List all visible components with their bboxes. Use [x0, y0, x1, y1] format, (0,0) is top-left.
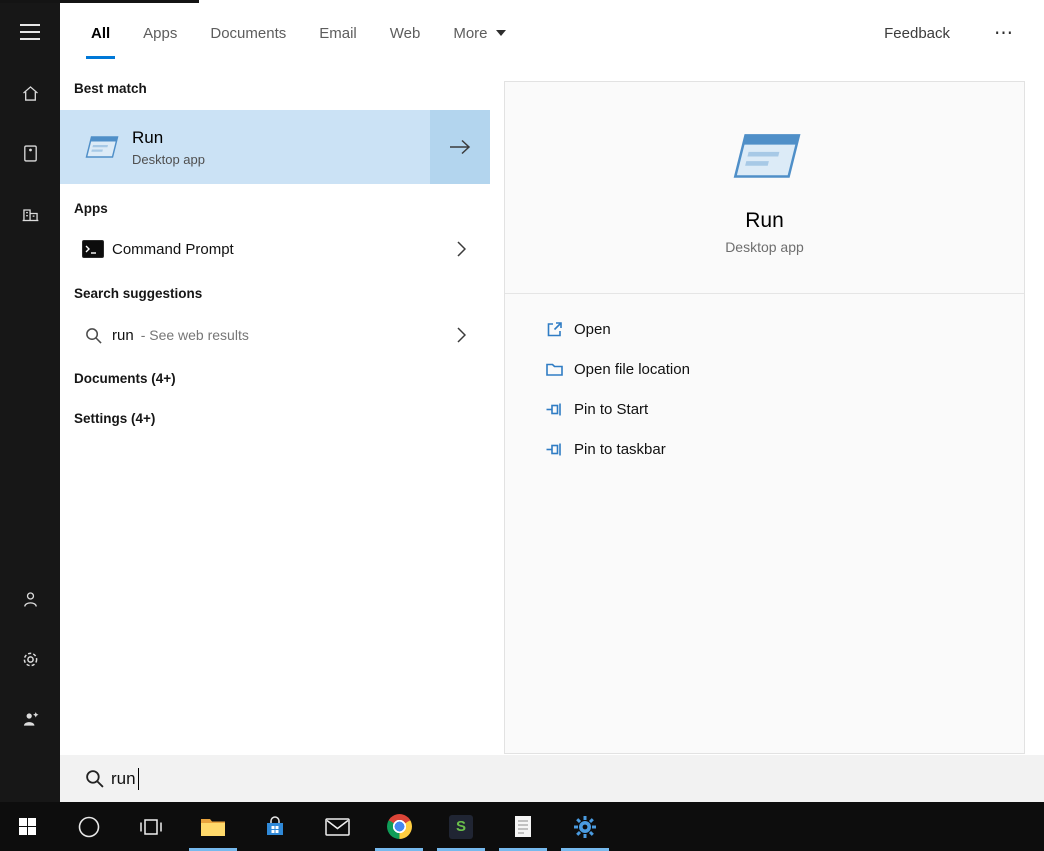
chevron-right-icon[interactable] [457, 227, 466, 271]
chevron-right-icon[interactable] [457, 313, 466, 357]
account-icon [20, 589, 41, 615]
windows-logo-icon [18, 818, 36, 835]
account-button[interactable] [0, 572, 60, 632]
tab-email[interactable]: Email [319, 0, 357, 66]
taskbar-mail[interactable] [310, 802, 364, 851]
action-label: Pin to Start [574, 400, 649, 418]
suggestion-hint: - See web results [140, 327, 249, 343]
search-flyout: All Apps Documents Email Web More Feedba… [60, 0, 1044, 802]
action-pin-to-taskbar[interactable]: Pin to taskbar [505, 429, 1024, 469]
documents-group-header[interactable]: Documents (4+) [74, 371, 490, 387]
taskbar-store[interactable] [248, 802, 302, 851]
cortana-circle-icon [78, 816, 100, 837]
sidebar-top-group [0, 66, 60, 246]
text-caret [137, 767, 140, 790]
store-icon [267, 815, 283, 835]
chevron-down-icon [495, 30, 506, 36]
file-explorer-icon [201, 819, 225, 836]
expand-preview-button[interactable] [430, 110, 490, 184]
tab-all[interactable]: All [85, 0, 116, 66]
action-open-file-location[interactable]: Open file location [505, 349, 1024, 389]
action-pin-to-start[interactable]: Pin to Start [505, 389, 1024, 429]
run-app-icon [82, 133, 120, 162]
enterprise-button[interactable] [0, 186, 60, 246]
arrow-right-icon [450, 139, 471, 155]
tab-more-label: More [453, 24, 488, 42]
taskbar: S [0, 802, 1044, 851]
hamburger-menu-button[interactable] [0, 0, 60, 64]
open-icon [545, 320, 565, 339]
suggestion-query: run [112, 326, 134, 344]
results-panel: Best match Run Desktop app Apps Command … [60, 66, 490, 755]
best-match-title: Run [132, 128, 164, 147]
task-view-icon [140, 818, 162, 835]
feedback-link[interactable]: Feedback [884, 25, 950, 42]
pin-icon [545, 440, 565, 459]
notebook-icon [20, 143, 41, 169]
action-label: Open [574, 320, 611, 338]
preview-title: Run [745, 209, 784, 232]
search-input-text[interactable]: run [111, 769, 136, 789]
best-match-result-run[interactable]: Run Desktop app [60, 110, 490, 184]
chrome-icon [386, 814, 412, 839]
best-match-subtitle: Desktop app [132, 152, 205, 167]
tab-web[interactable]: Web [390, 0, 421, 66]
mail-icon [324, 817, 350, 836]
pin-icon [545, 400, 565, 419]
result-web-suggestion[interactable]: run - See web results [60, 313, 490, 357]
best-match-text: Run Desktop app [132, 127, 205, 167]
start-button[interactable] [0, 802, 54, 851]
search-icon [85, 769, 105, 788]
result-command-prompt[interactable]: Command Prompt [60, 227, 490, 271]
taskbar-file-explorer[interactable] [186, 802, 240, 851]
feedback-icon [20, 709, 41, 735]
preview-panel: Run Desktop app Open Open file location [504, 81, 1025, 754]
settings-button[interactable] [0, 632, 60, 692]
notepad-icon [515, 816, 531, 837]
action-label: Open file location [574, 360, 690, 378]
home-button[interactable] [0, 66, 60, 126]
hamburger-icon [20, 19, 40, 45]
preview-subtitle: Desktop app [725, 239, 804, 255]
cortana-button[interactable] [62, 802, 116, 851]
preview-actions: Open Open file location Pin to Start Pin… [505, 309, 1024, 469]
apps-section-header: Apps [74, 201, 108, 216]
suggestions-section-header: Search suggestions [74, 286, 203, 301]
s-app-icon: S [449, 814, 473, 839]
enterprise-icon [20, 203, 41, 229]
background-window-edge [0, 0, 199, 3]
run-app-icon-large [505, 127, 1024, 187]
tab-apps[interactable]: Apps [143, 0, 177, 66]
tab-documents[interactable]: Documents [210, 0, 286, 66]
notebook-button[interactable] [0, 126, 60, 186]
taskbar-chrome[interactable] [372, 802, 426, 851]
best-match-header: Best match [74, 81, 147, 96]
search-icon [82, 327, 104, 344]
sidebar-bottom-group [0, 572, 60, 752]
preview-divider [505, 293, 1024, 294]
action-open[interactable]: Open [505, 309, 1024, 349]
search-filter-tabs: All Apps Documents Email Web More Feedba… [60, 0, 1044, 66]
result-label: Command Prompt [112, 240, 234, 258]
gear-icon [20, 649, 41, 675]
taskbar-app-blue[interactable] [558, 802, 612, 851]
feedback-button[interactable] [0, 692, 60, 752]
settings-group-header[interactable]: Settings (4+) [74, 411, 490, 427]
windows-search-screen: All Apps Documents Email Web More Feedba… [0, 0, 1044, 851]
folder-icon [545, 360, 565, 379]
command-prompt-icon [82, 240, 104, 258]
task-view-button[interactable] [124, 802, 178, 851]
action-label: Pin to taskbar [574, 440, 666, 458]
sidebar-rail [0, 0, 60, 802]
home-icon [20, 83, 41, 109]
tab-more[interactable]: More [453, 0, 506, 66]
blue-gear-icon [574, 815, 596, 838]
taskbar-app-s[interactable]: S [434, 802, 488, 851]
search-box[interactable]: run [60, 755, 1044, 802]
taskbar-notepad[interactable] [496, 802, 550, 851]
overflow-menu-icon[interactable]: ⋯ [994, 22, 1014, 45]
